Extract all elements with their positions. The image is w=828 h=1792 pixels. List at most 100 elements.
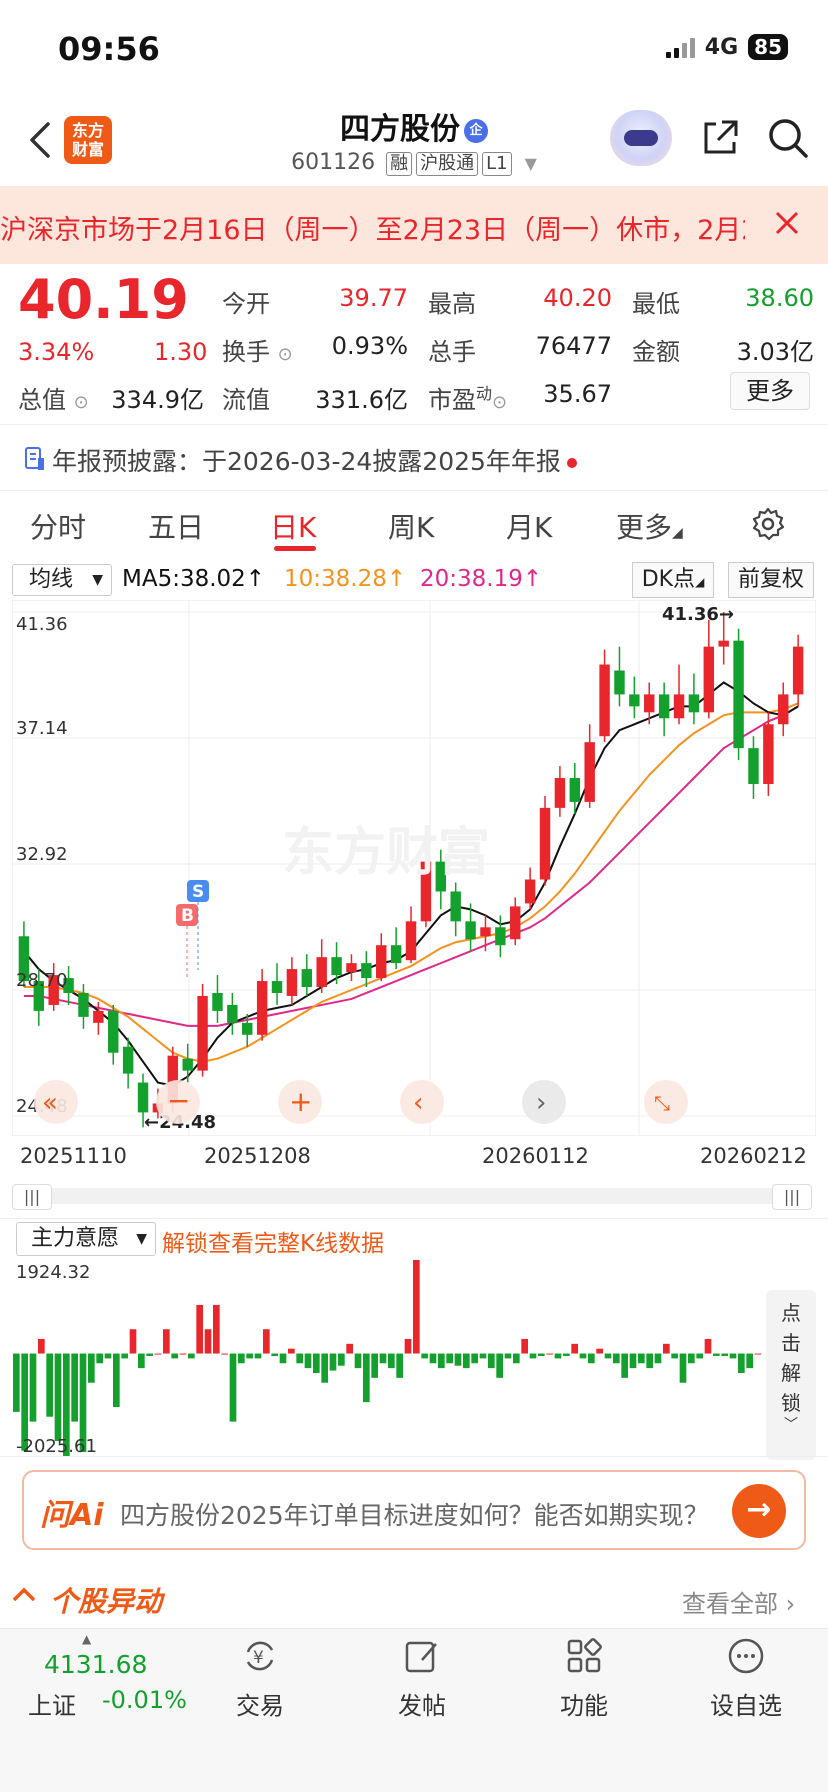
- nav-trade-label: 交易: [236, 1692, 284, 1720]
- main-force-bar: [46, 1353, 53, 1417]
- sub-indicator-select[interactable]: 主力意愿 ▼: [16, 1222, 156, 1256]
- view-all-link[interactable]: 查看全部 ›: [682, 1584, 795, 1619]
- market-notice-text[interactable]: 沪深京市场于2月16日（周一）至2月23日（周一）休市，2月24日（周二）起照常…: [0, 208, 745, 247]
- annual-report-notice[interactable]: 年报预披露：于2026-03-24披露2025年年报: [52, 442, 577, 478]
- nav-post[interactable]: 发帖: [372, 1636, 472, 1721]
- tab-monthly-k[interactable]: 月K: [506, 506, 552, 546]
- bar-max-label: 1924.32: [16, 1262, 90, 1283]
- index-value[interactable]: 4131.68: [44, 1650, 147, 1679]
- main-force-bar: [513, 1353, 520, 1364]
- unread-dot: [566, 458, 577, 468]
- grid-icon: [567, 1638, 602, 1673]
- ai-question-text[interactable]: 四方股份2025年订单目标进度如何？能否如期实现？: [120, 1496, 700, 1532]
- scroll-left-fast-button[interactable]: «: [34, 1080, 78, 1124]
- zoom-in-button[interactable]: +: [278, 1080, 322, 1124]
- info-icon[interactable]: ⊙: [278, 344, 293, 365]
- zoom-out-button[interactable]: −: [156, 1080, 200, 1124]
- battery-icon: 85: [748, 34, 788, 60]
- svg-text:‹: ‹: [413, 1088, 423, 1118]
- main-force-bar: [471, 1353, 478, 1364]
- search-icon[interactable]: [766, 116, 810, 160]
- main-force-bar: [688, 1353, 695, 1364]
- nav-trade[interactable]: ¥ 交易: [210, 1636, 310, 1721]
- candle-body: [748, 748, 759, 784]
- main-force-bar: [554, 1353, 562, 1359]
- main-force-bar: [463, 1353, 470, 1369]
- main-force-bar: [646, 1353, 653, 1369]
- unlock-kline-link[interactable]: 解锁查看完整K线数据: [162, 1224, 384, 1258]
- main-force-bar: [571, 1343, 578, 1354]
- main-force-bar: [671, 1353, 678, 1359]
- watermark-logo: 东方财富: [282, 823, 490, 883]
- share-icon[interactable]: [700, 118, 740, 158]
- scroll-right-button[interactable]: ›: [522, 1080, 566, 1124]
- main-force-bar: [263, 1329, 270, 1354]
- scroll-left-button[interactable]: ‹: [400, 1080, 444, 1124]
- low-label: 最低: [632, 290, 680, 318]
- kline-chart[interactable]: 东方财富 41.3637.1432.9228.7024.48 41.36→ ←2…: [12, 600, 816, 1136]
- main-force-bar: [121, 1353, 128, 1359]
- main-force-bar: [563, 1353, 570, 1356]
- pe-value: 35.67: [543, 380, 612, 408]
- edit-icon: [405, 1641, 437, 1673]
- main-force-bar: [446, 1353, 453, 1364]
- main-force-chart: 1924.32 -2025.61: [13, 1260, 762, 1456]
- main-force-bar: [704, 1338, 712, 1354]
- candle-body: [614, 670, 625, 695]
- info-icon[interactable]: ⊙: [74, 392, 89, 413]
- dk-point-button[interactable]: DK点◢: [632, 562, 714, 598]
- main-force-bar: [196, 1304, 203, 1354]
- candle-body: [122, 1046, 134, 1074]
- more-quote-button[interactable]: 更多: [730, 372, 810, 410]
- range-scrollbar[interactable]: [12, 1188, 812, 1204]
- candle-body: [450, 891, 461, 922]
- candle-body: [361, 963, 372, 979]
- pe-label: 市盈动⊙: [428, 384, 508, 414]
- unlock-side-button[interactable]: 点击解锁 ﹀: [766, 1290, 816, 1460]
- ma20-value: 20:38.19↑: [420, 566, 543, 592]
- candle-body: [227, 1004, 238, 1023]
- main-force-bar: [529, 1353, 537, 1359]
- nav-watchlist[interactable]: 设自选: [696, 1636, 796, 1721]
- amount-value: 3.03亿: [736, 338, 814, 366]
- y-tick-label: 28.70: [16, 970, 68, 991]
- svg-text:S: S: [192, 882, 204, 902]
- nav-functions[interactable]: 功能: [534, 1636, 634, 1721]
- tab-daily-k[interactable]: 日K: [270, 506, 316, 546]
- tab-intraday[interactable]: 分时: [30, 506, 86, 546]
- adjust-button[interactable]: 前复权: [728, 562, 814, 598]
- candle-body: [465, 921, 476, 940]
- tab-more[interactable]: 更多◢: [616, 506, 683, 546]
- candle-body: [182, 1058, 193, 1071]
- range-left-handle[interactable]: |||: [12, 1184, 52, 1210]
- candle-body: [554, 778, 566, 808]
- indicator-select[interactable]: 均线 ▼: [12, 564, 112, 596]
- candle-body: [718, 640, 729, 647]
- close-icon[interactable]: [772, 208, 802, 238]
- candle-body: [673, 694, 685, 719]
- main-force-bar: [38, 1338, 45, 1354]
- chevron-up-icon[interactable]: [10, 1582, 38, 1606]
- main-force-bar: [654, 1353, 662, 1364]
- range-right-handle[interactable]: |||: [772, 1184, 812, 1210]
- y-tick-label: 41.36: [16, 614, 68, 635]
- info-icon[interactable]: ⊙: [492, 392, 507, 413]
- ma5-value: MA5:38.02↑: [122, 566, 266, 592]
- y-tick-label: 37.14: [16, 718, 68, 739]
- tab-five-day[interactable]: 五日: [148, 506, 204, 546]
- tab-weekly-k[interactable]: 周K: [388, 506, 434, 546]
- assistant-robot-icon[interactable]: [610, 110, 672, 166]
- index-name[interactable]: 上证: [28, 1686, 76, 1721]
- candle-body: [644, 694, 655, 713]
- candle-body: [569, 778, 581, 802]
- main-force-bar: [96, 1353, 103, 1364]
- ai-send-button[interactable]: →: [732, 1484, 786, 1538]
- report-icon: [25, 447, 44, 470]
- main-force-bar: [88, 1353, 95, 1383]
- fullscreen-button[interactable]: ⤡: [644, 1080, 688, 1124]
- main-force-bar: [13, 1353, 20, 1412]
- x-label-2: 20260112: [482, 1144, 589, 1168]
- gear-icon[interactable]: [750, 506, 786, 542]
- main-force-bar: [588, 1353, 595, 1364]
- svg-text:+: +: [289, 1085, 312, 1118]
